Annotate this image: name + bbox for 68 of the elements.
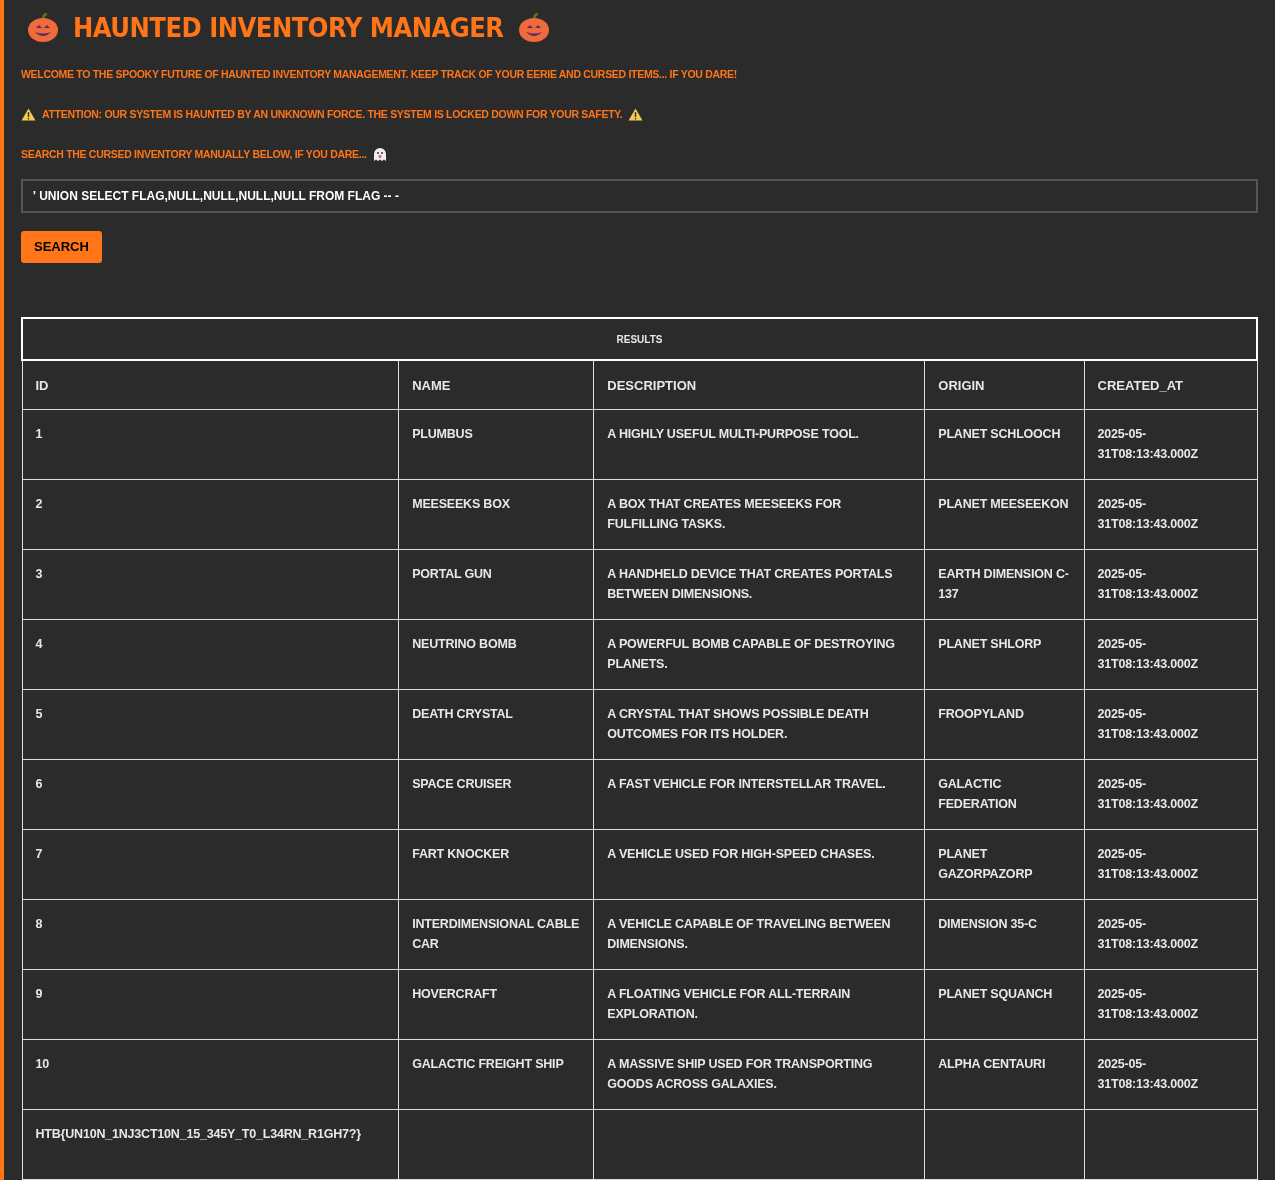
table-cell: A VEHICLE USED FOR HIGH-SPEED CHASES. [593,829,925,900]
table-cell: A FAST VEHICLE FOR INTERSTELLAR TRAVEL. [593,759,925,830]
table-cell: PORTAL GUN [398,549,594,620]
table-cell: 2025-05-31T08:13:43.000Z [1084,969,1257,1040]
table-cell: MEESEEKS BOX [398,479,594,550]
table-cell: 2025-05-31T08:13:43.000Z [1084,689,1257,760]
ghost-icon [372,146,387,162]
table-cell: PLANET SHLORP [924,619,1085,690]
table-cell: A MASSIVE SHIP USED FOR TRANSPORTING GOODS ACROSS GALAXIES. [593,1039,925,1110]
search-field[interactable]: ' UNION SELECT FLAG,NULL,NULL,NULL,NULL FROM FLAG -- - [21,179,1258,213]
table-cell: DEATH CRYSTAL [398,689,594,760]
table-cell: A HIGHLY USEFUL MULTI-PURPOSE TOOL. [593,409,925,480]
table-cell: 2025-05-31T08:13:43.000Z [1084,409,1257,480]
warning-icon [21,107,36,121]
table-cell: GALACTIC FREIGHT SHIP [398,1039,594,1110]
page-title: HAUNTED INVENTORY MANAGER [73,12,504,43]
table-cell: PLANET MEESEEKON [924,479,1085,550]
pumpkin-icon [517,12,550,43]
search-button[interactable]: SEARCH [21,230,102,263]
column-header: ID [22,360,399,410]
table-cell: 4 [22,619,399,690]
table-cell: 9 [22,969,399,1040]
table-cell: A VEHICLE CAPABLE OF TRAVELING BETWEEN DIMENSIONS. [593,899,925,970]
table-cell: 2025-05-31T08:13:43.000Z [1084,1039,1257,1110]
table-cell: 2025-05-31T08:13:43.000Z [1084,759,1257,830]
column-header: ORIGIN [924,360,1085,410]
pumpkin-icon [27,12,59,43]
table-cell: ALPHA CENTAURI [924,1039,1085,1110]
table-cell: PLUMBUS [398,409,594,480]
table-cell: GALACTIC FEDERATION [924,759,1085,830]
table-cell: INTERDIMENSIONAL CABLE CAR [398,899,594,970]
table-cell: HOVERCRAFT [398,969,594,1040]
table-cell: 2 [22,479,399,550]
table-cell: HTB{UN10N_1NJ3CT10N_15_345Y_T0_L34RN_R1GH7?} [22,1109,399,1180]
table-cell: A CRYSTAL THAT SHOWS POSSIBLE DEATH OUTCOMES FOR ITS HOLDER. [593,689,925,760]
table-cell: 7 [22,829,399,900]
table-cell: A BOX THAT CREATES MEESEEKS FOR FULFILLING TASKS. [593,479,925,550]
table-cell: A FLOATING VEHICLE FOR ALL-TERRAIN EXPLORATION. [593,969,925,1040]
message-text: ATTENTION: OUR SYSTEM IS HAUNTED BY AN UNKNOWN FORCE. THE SYSTEM IS LOCKED DOWN FOR YOUR SAFETY. [42,108,623,120]
table-cell: 2025-05-31T08:13:43.000Z [1084,619,1257,690]
table-cell: PLANET SCHLOOCH [924,409,1085,480]
table-cell: PLANET GAZORPAZORP [924,829,1085,900]
table-cell: A POWERFUL BOMB CAPABLE OF DESTROYING PLANETS. [593,619,925,690]
table-cell: 8 [22,899,399,970]
table-cell: 2025-05-31T08:13:43.000Z [1084,549,1257,620]
table-cell: FROOPYLAND [924,689,1085,760]
table-cell: 5 [22,689,399,760]
table-caption: RESULTS [22,318,1257,360]
table-cell: NEUTRINO BOMB [398,619,594,690]
table-cell: PLANET SQUANCH [924,969,1085,1040]
table-cell: 10 [22,1039,399,1110]
table-cell: DIMENSION 35-C [924,899,1085,970]
column-header: DESCRIPTION [593,360,925,410]
table-cell: 2025-05-31T08:13:43.000Z [1084,829,1257,900]
table-cell: A HANDHELD DEVICE THAT CREATES PORTALS BETWEEN DIMENSIONS. [593,549,925,620]
table-cell: 2025-05-31T08:13:43.000Z [1084,899,1257,970]
table-cell: 3 [22,549,399,620]
column-header: CREATED_AT [1084,360,1257,410]
column-header: NAME [398,360,594,410]
table-cell: 6 [22,759,399,830]
warning-icon [628,107,644,121]
table-cell: 1 [22,409,399,480]
table-cell: SPACE CRUISER [398,759,594,830]
message-text: WELCOME TO THE SPOOKY FUTURE OF HAUNTED INVENTORY MANAGEMENT. KEEP TRACK OF YOUR EERIE AND CURSED ITEMS... IF YOU DARE! [21,68,737,80]
table-cell: EARTH DIMENSION C-137 [924,549,1085,620]
table-cell: 2025-05-31T08:13:43.000Z [1084,479,1257,550]
table-cell: FART KNOCKER [398,829,594,900]
message-text: SEARCH THE CURSED INVENTORY MANUALLY BELOW, IF YOU DARE... [21,148,367,160]
